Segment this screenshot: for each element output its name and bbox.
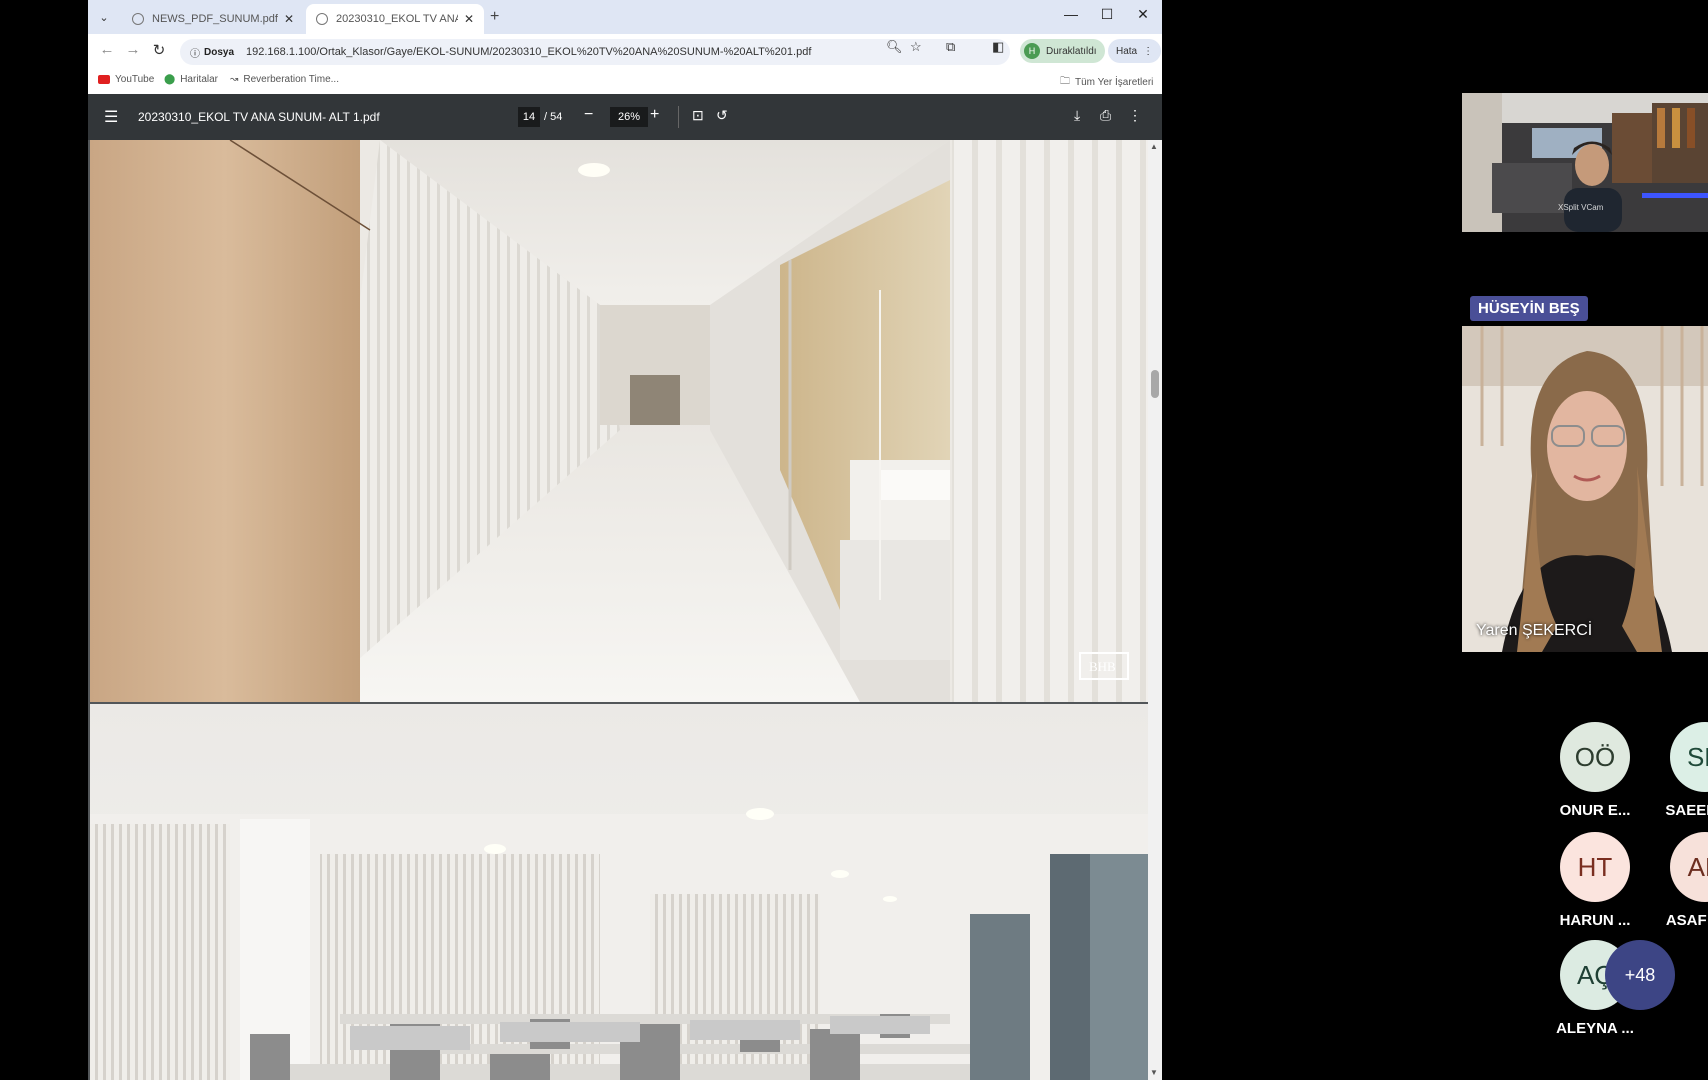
tab-strip: ⌄ NEWS_PDF_SUNUM.pdf ✕ 20230310_EKOL TV … xyxy=(88,0,1162,34)
toolbar-divider xyxy=(678,106,679,128)
avatar: OÖ xyxy=(1560,722,1630,792)
bookmark-maps[interactable]: ⬤ Haritalar xyxy=(164,74,218,85)
back-button[interactable]: ← xyxy=(96,41,118,58)
error-menu-button[interactable]: Hata ⋮ xyxy=(1108,39,1162,63)
participant-asaf[interactable]: AK ASAF BE... xyxy=(1650,832,1708,942)
vcam-watermark: XSplit VCam xyxy=(1558,203,1604,212)
participant-name: SAEED K... xyxy=(1665,802,1708,819)
tab-title: 20230310_EKOL TV ANA SUNUM- ALT 1.pdf xyxy=(336,13,458,25)
bookmark-label: Reverberation Time... xyxy=(243,74,339,85)
zoom-input[interactable]: 26% xyxy=(610,107,648,127)
globe-icon xyxy=(132,13,144,25)
bookmark-label: Tüm Yer İşaretleri xyxy=(1075,77,1154,88)
pdf-viewport[interactable]: BHB ▲ ▼ xyxy=(88,140,1162,1080)
minimize-button[interactable]: — xyxy=(1056,6,1086,22)
close-tab-icon[interactable]: ✕ xyxy=(464,12,474,26)
close-tab-icon[interactable]: ✕ xyxy=(284,12,294,26)
close-window-button[interactable]: ✕ xyxy=(1128,6,1158,23)
bookmark-reverberation[interactable]: ↝ Reverberation Time... xyxy=(230,74,339,85)
presenter-video-tile[interactable]: XSplit VCam xyxy=(1462,93,1708,232)
participant-name: ALEYNA ... xyxy=(1556,1020,1634,1037)
pdf-page-office xyxy=(90,704,1148,1080)
participant-onur[interactable]: OÖ ONUR E... xyxy=(1540,722,1650,832)
error-label: Hata xyxy=(1116,45,1138,57)
presenter-label: HÜSEYİN BEŞ xyxy=(1470,296,1588,321)
avatar: SH xyxy=(1670,722,1708,792)
vertical-scrollbar[interactable]: ▲ ▼ xyxy=(1148,140,1162,1080)
bhb-watermark: BHB xyxy=(1089,659,1116,674)
meeting-panel: XSplit VCam HÜSEYİN BEŞ Yaren ŞEKERCİ OÖ… xyxy=(1162,0,1708,1080)
download-icon[interactable]: ⤓ xyxy=(1074,107,1080,124)
participant-saeed[interactable]: SH SAEED K... xyxy=(1650,722,1708,832)
profile-button[interactable]: H Duraklatıldı xyxy=(1020,39,1105,63)
scroll-thumb[interactable] xyxy=(1151,370,1159,398)
participant-name: HARUN ... xyxy=(1559,912,1631,929)
tab-search-icon[interactable]: ⌄ xyxy=(94,7,114,27)
bookmarks-bar: YouTube ⬤ Haritalar ↝ Reverberation Time… xyxy=(88,68,1162,94)
page-number-input[interactable]: 14 xyxy=(518,107,540,127)
kebab-menu-icon: ⋮ xyxy=(1143,45,1154,57)
folder-icon: 🗀 xyxy=(1060,76,1070,87)
site-info-chip[interactable]: Dosya xyxy=(204,47,234,58)
extensions-icon[interactable]: ⧉ xyxy=(946,39,955,55)
zoom-in-button[interactable]: + xyxy=(650,106,659,124)
participant-name: ASAF BE... xyxy=(1665,912,1708,929)
participant-name: ONUR E... xyxy=(1559,802,1631,819)
hamburger-menu-icon[interactable]: ☰ xyxy=(104,107,118,127)
scroll-up-arrow[interactable]: ▲ xyxy=(1150,142,1158,151)
map-pin-icon: ⬤ xyxy=(164,74,176,85)
maximize-button[interactable]: ☐ xyxy=(1092,6,1122,23)
link-icon: ↝ xyxy=(230,74,239,85)
bookmark-star-icon[interactable]: ☆ xyxy=(910,39,922,55)
fit-page-icon[interactable]: ⊡ xyxy=(692,107,704,124)
pdf-page-corridor: BHB xyxy=(90,140,1148,702)
zoom-icon[interactable]: 🔍︎ xyxy=(886,39,903,55)
participant-name: Yaren ŞEKERCİ xyxy=(1476,622,1593,639)
pdf-toolbar: ☰ 20230310_EKOL TV ANA SUNUM- ALT 1.pdf … xyxy=(88,94,1162,140)
participant-video xyxy=(1462,326,1708,652)
bookmark-youtube[interactable]: YouTube xyxy=(98,74,154,85)
more-participants-button[interactable]: +48 xyxy=(1605,940,1675,1010)
zoom-out-button[interactable]: − xyxy=(584,106,593,124)
new-tab-button[interactable]: + xyxy=(490,8,499,26)
avatar: AK xyxy=(1670,832,1708,902)
scroll-down-arrow[interactable]: ▼ xyxy=(1150,1068,1158,1077)
forward-button[interactable]: → xyxy=(122,41,144,58)
url-text: 192.168.1.100/Ortak_Klasor/Gaye/EKOL-SUN… xyxy=(246,46,812,58)
avatar: HT xyxy=(1560,832,1630,902)
participant-harun[interactable]: HT HARUN ... xyxy=(1540,832,1650,942)
all-bookmarks[interactable]: 🗀 Tüm Yer İşaretleri xyxy=(1060,74,1153,91)
bookmark-label: Haritalar xyxy=(180,74,218,85)
pdf-title: 20230310_EKOL TV ANA SUNUM- ALT 1.pdf xyxy=(138,110,380,124)
globe-icon xyxy=(316,13,328,25)
tab-title: NEWS_PDF_SUNUM.pdf xyxy=(152,13,278,25)
side-panel-icon[interactable]: ◧ xyxy=(992,39,1004,55)
profile-status: Duraklatıldı xyxy=(1046,45,1097,57)
office-render-image xyxy=(90,704,1148,1080)
more-options-icon[interactable]: ⋮ xyxy=(1128,107,1142,124)
tab-ekol-pdf[interactable]: 20230310_EKOL TV ANA SUNUM- ALT 1.pdf ✕ xyxy=(306,4,484,34)
main-video-tile[interactable]: Yaren ŞEKERCİ xyxy=(1462,326,1708,652)
youtube-icon xyxy=(98,75,110,84)
reload-button[interactable]: ↻ xyxy=(148,41,170,59)
print-icon[interactable]: ⎙ xyxy=(1100,107,1111,124)
tab-news-pdf[interactable]: NEWS_PDF_SUNUM.pdf ✕ xyxy=(122,4,304,34)
corridor-render-image xyxy=(90,140,1148,702)
info-icon[interactable]: ⓘ xyxy=(190,45,200,60)
browser-window: ⌄ NEWS_PDF_SUNUM.pdf ✕ 20230310_EKOL TV … xyxy=(88,0,1162,1080)
bookmark-label: YouTube xyxy=(115,74,155,85)
rotate-icon[interactable]: ↺ xyxy=(716,107,728,124)
page-total: / 54 xyxy=(544,111,563,123)
profile-avatar: H xyxy=(1024,43,1040,59)
